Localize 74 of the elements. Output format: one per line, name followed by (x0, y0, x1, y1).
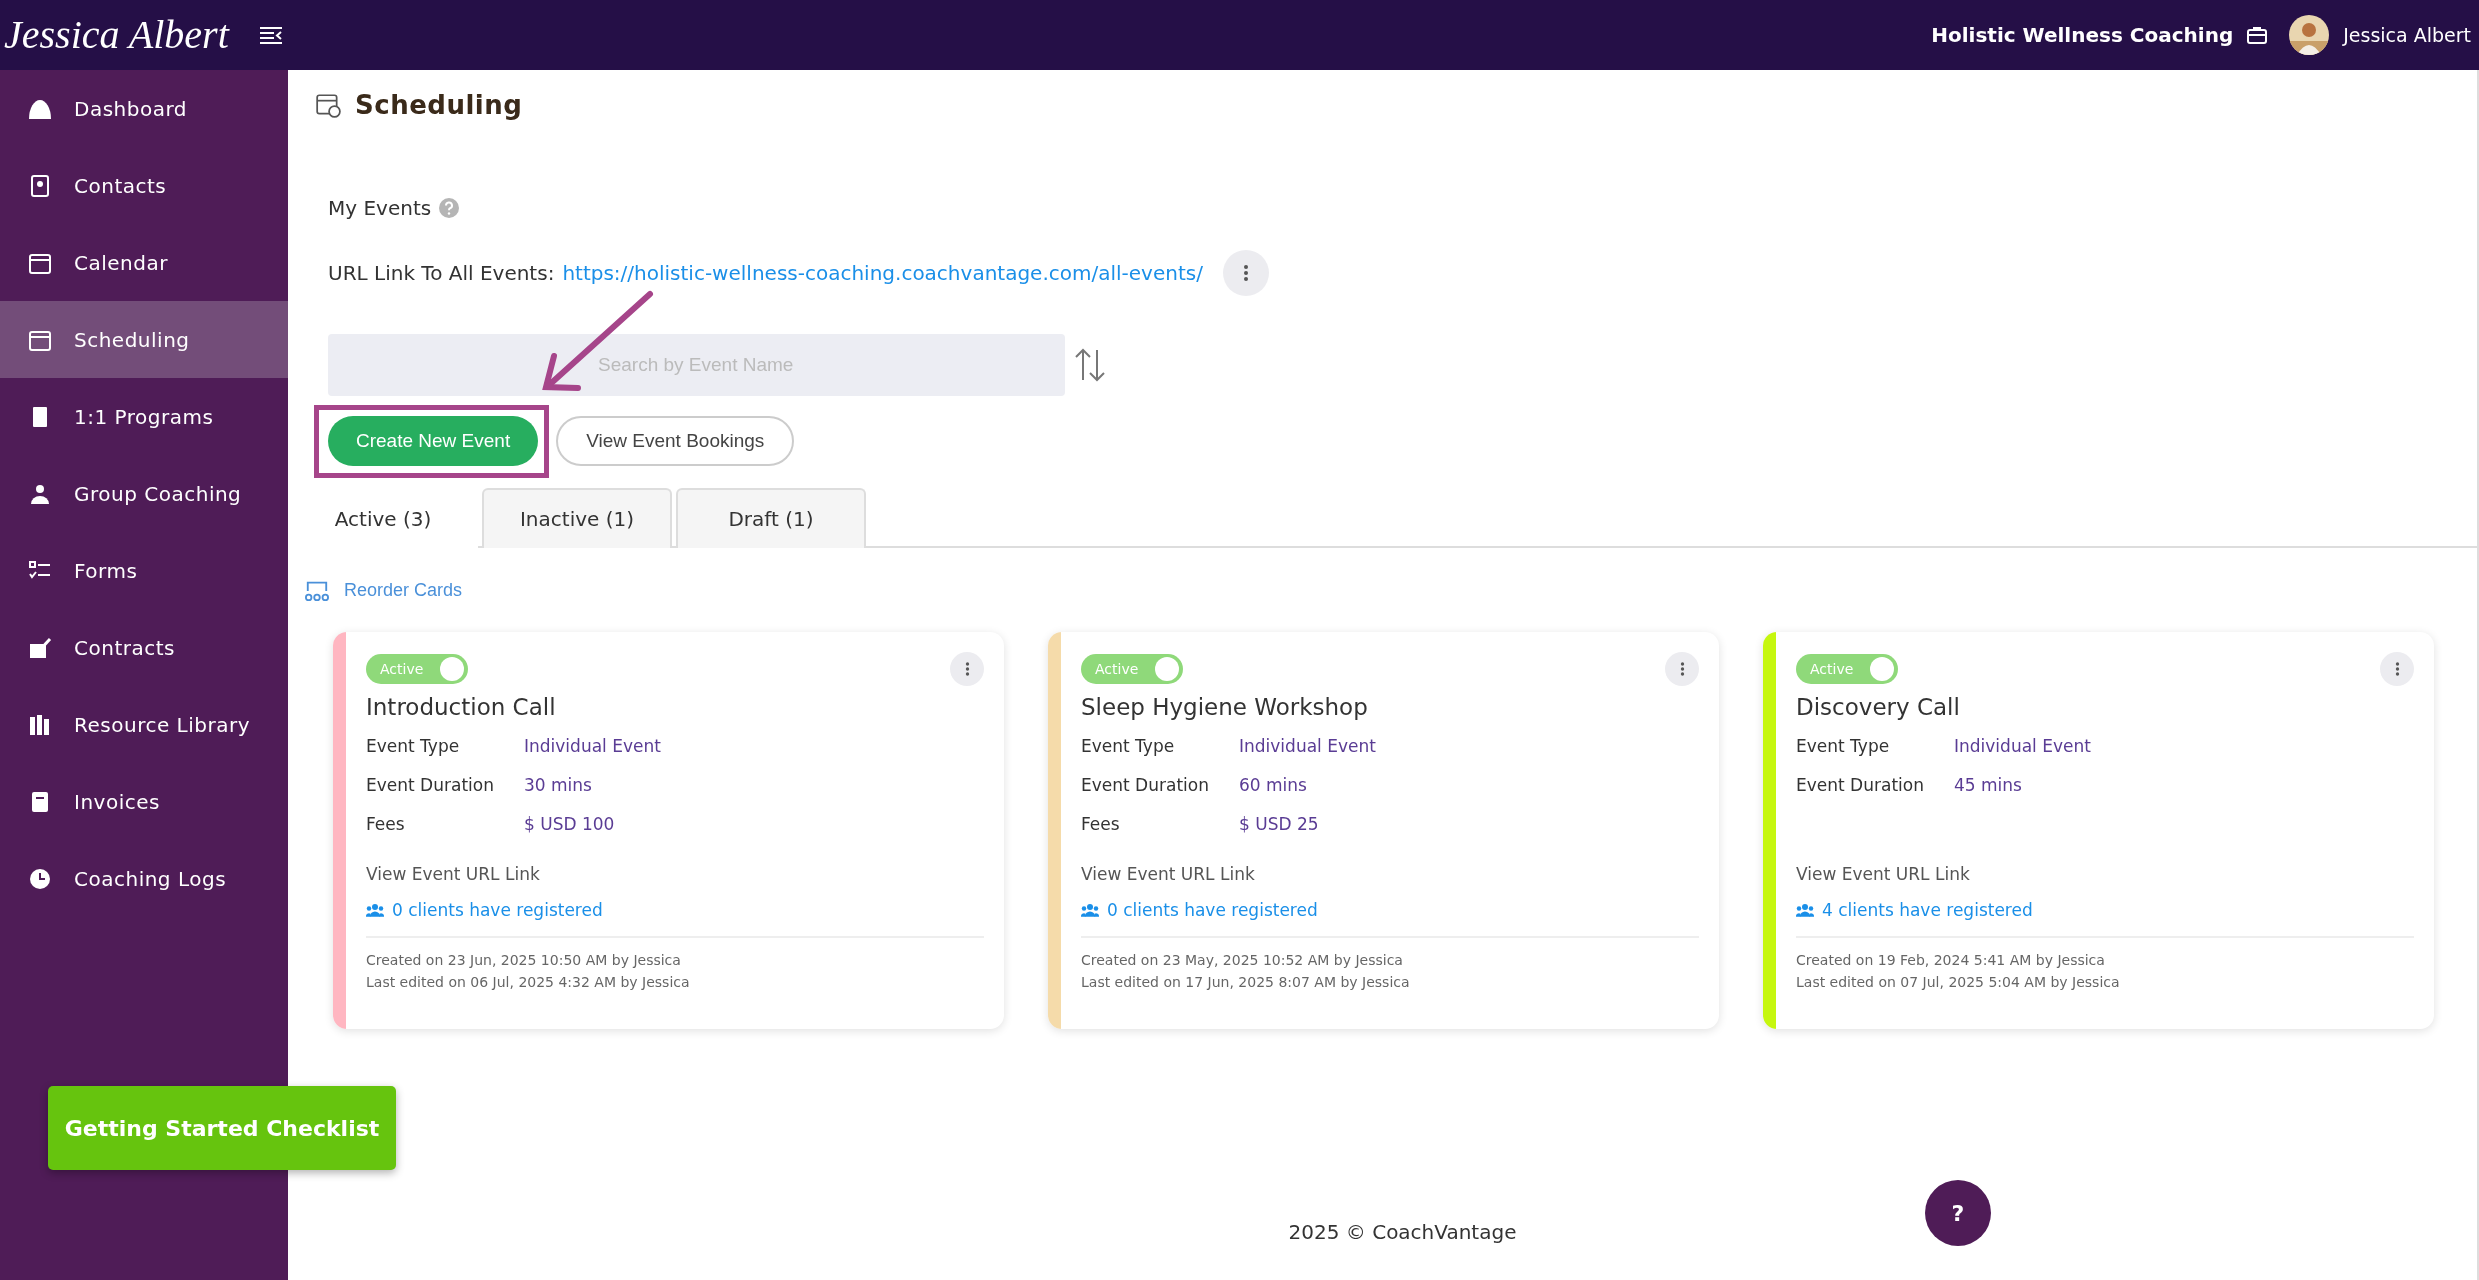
more-icon (1679, 660, 1685, 678)
people-icon (366, 903, 384, 917)
section-title: My Events (328, 196, 432, 220)
url-label: URL Link To All Events: (328, 261, 555, 285)
sidebar-item[interactable]: Resource Library (0, 686, 288, 763)
briefcase-icon (2247, 26, 2268, 44)
detail-value: 60 mins (1239, 774, 1307, 795)
more-icon (2394, 660, 2400, 678)
event-url-link[interactable]: View Event URL Link (366, 864, 984, 884)
edited-note: Last edited on 06 Jul, 2025 4:32 AM by Jessica (366, 974, 691, 990)
detail-label: Event Type (1796, 735, 1891, 756)
edited-note: Last edited on 07 Jul, 2025 5:04 AM by Jessica (1796, 974, 2121, 990)
created-note: Created on 23 May, 2025 10:52 AM by Jessica (1081, 952, 1404, 968)
view-bookings-button[interactable]: View Event Bookings (556, 416, 795, 466)
sort-icon[interactable] (1073, 348, 1107, 382)
business-name[interactable]: Holistic Wellness Coaching (1931, 23, 2234, 47)
event-title: Introduction Call (366, 694, 557, 720)
more-icon (1242, 263, 1249, 283)
registered-link[interactable]: 0 clients have registered (1107, 900, 1318, 920)
sidebar-item[interactable]: Group Coaching (0, 455, 288, 532)
detail-label: Event Type (366, 735, 461, 756)
registered-link[interactable]: 4 clients have registered (1822, 900, 2033, 920)
created-note: Created on 19 Feb, 2024 5:41 AM by Jessica (1796, 952, 2106, 968)
sidebar-item[interactable]: Scheduling (0, 301, 288, 378)
event-title: Discovery Call (1796, 694, 1961, 720)
calendar-icon (315, 92, 341, 118)
page-title: Scheduling (355, 90, 523, 120)
sidebar-item[interactable]: Contacts (0, 147, 288, 224)
detail-value: Individual Event (524, 735, 661, 756)
help-icon[interactable] (439, 198, 460, 218)
event-url-link[interactable]: View Event URL Link (1796, 864, 2414, 884)
registered-link[interactable]: 0 clients have registered (392, 900, 603, 920)
event-title: Sleep Hygiene Workshop (1081, 694, 1369, 720)
detail-label: Fees (366, 813, 406, 834)
detail-value: Individual Event (1954, 735, 2091, 756)
sidebar-item[interactable]: Dashboard (0, 70, 288, 147)
search-field[interactable]: Search by Event Name (328, 334, 1065, 396)
detail-label: Event Type (1081, 735, 1176, 756)
more-button[interactable] (1222, 250, 1269, 296)
help-button[interactable]: ? (1925, 1180, 1991, 1246)
user-name[interactable]: Jessica Albert (2343, 24, 2471, 46)
menu-icon[interactable] (258, 25, 283, 45)
event-url-link[interactable]: View Event URL Link (1081, 864, 1699, 884)
sidebar-item[interactable]: Calendar (0, 224, 288, 301)
footer-text: 2025 © CoachVantage (1288, 1220, 1517, 1244)
nav-icon (28, 635, 52, 660)
more-button[interactable] (2380, 652, 2414, 686)
logo: Jessica Albert (4, 11, 231, 59)
nav-icon (28, 866, 52, 891)
detail-value: Individual Event (1239, 735, 1376, 756)
more-button[interactable] (950, 652, 984, 686)
sidebar-item[interactable]: Forms (0, 532, 288, 609)
sidebar-item[interactable]: Coaching Logs (0, 840, 288, 917)
more-icon (964, 660, 970, 678)
nav-icon (28, 712, 52, 737)
detail-value: 45 mins (1954, 774, 2022, 795)
detail-value: 30 mins (524, 774, 592, 795)
people-icon (1796, 903, 1814, 917)
people-icon (1081, 903, 1099, 917)
nav-icon (28, 173, 52, 198)
tab[interactable]: Draft (1) (676, 488, 866, 548)
edited-note: Last edited on 17 Jun, 2025 8:07 AM by Jessica (1081, 974, 1411, 990)
sidebar-item[interactable]: Invoices (0, 763, 288, 840)
detail-label: Fees (1081, 813, 1121, 834)
sidebar-item[interactable]: Contracts (0, 609, 288, 686)
detail-label: Event Duration (1796, 774, 1925, 795)
tab[interactable]: Inactive (1) (482, 488, 672, 548)
sidebar-item[interactable]: 1:1 Programs (0, 378, 288, 455)
more-button[interactable] (1665, 652, 1699, 686)
detail-label: Event Duration (1081, 774, 1210, 795)
detail-label: Event Duration (366, 774, 495, 795)
detail-value: $ USD 25 (1239, 813, 1319, 834)
detail-value: $ USD 100 (524, 813, 615, 834)
created-note: Created on 23 Jun, 2025 10:50 AM by Jessica (366, 952, 682, 968)
